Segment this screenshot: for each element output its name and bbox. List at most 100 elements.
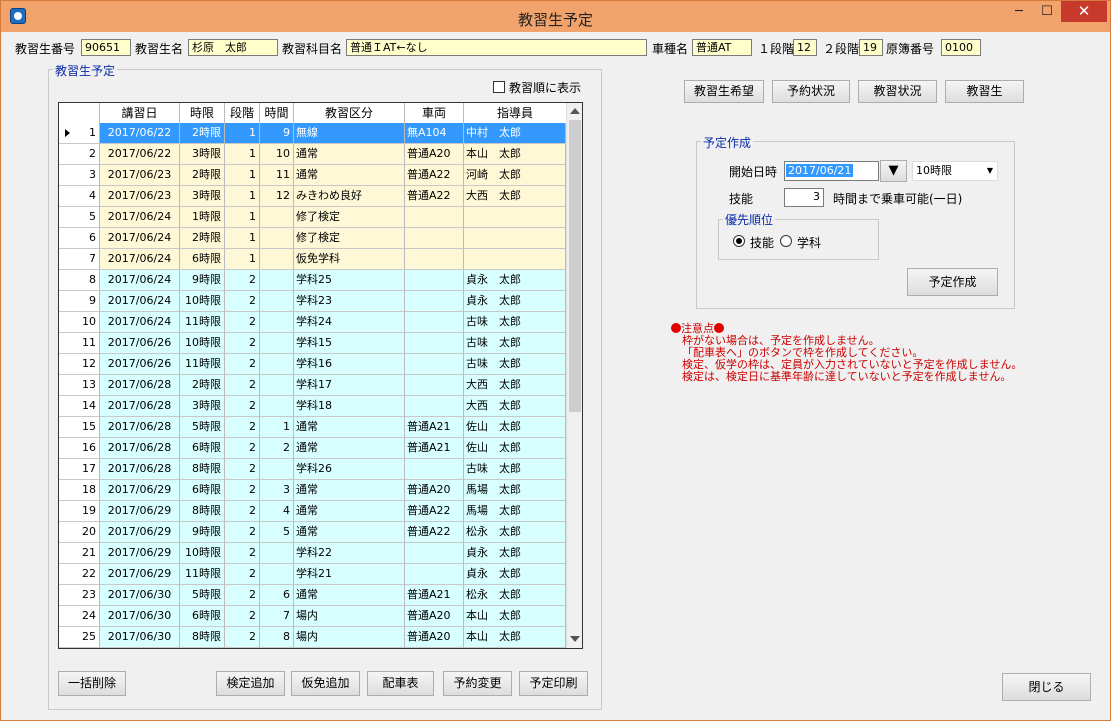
cell-period[interactable]: 10時限 (180, 543, 225, 564)
cell-instructor[interactable] (464, 249, 566, 270)
cell-hour[interactable] (260, 459, 294, 480)
cell-stage[interactable]: 1 (225, 249, 260, 270)
cell-period[interactable]: 6時限 (180, 606, 225, 627)
table-row[interactable]: 19 2017/06/29 8時限 2 4 通常 普通A22 馬場 太郎 (59, 501, 566, 522)
cell-kind[interactable]: 通常 (294, 522, 405, 543)
cell-no[interactable]: 25 (59, 627, 100, 648)
cell-no[interactable]: 14 (59, 396, 100, 417)
cell-kind[interactable]: 通常 (294, 501, 405, 522)
cell-period[interactable]: 11時限 (180, 312, 225, 333)
cell-instructor[interactable]: 中村 太郎 (464, 123, 566, 144)
cell-stage[interactable]: 2 (225, 627, 260, 648)
title-bar[interactable]: 教習生予定 ─ ☐ ✕ (1, 1, 1110, 32)
cell-period[interactable]: 11時限 (180, 564, 225, 585)
cell-hour[interactable]: 12 (260, 186, 294, 207)
header-date[interactable]: 講習日 (100, 103, 180, 123)
cell-kind[interactable]: 場内 (294, 627, 405, 648)
cell-car[interactable] (405, 375, 464, 396)
cell-kind[interactable]: 修了検定 (294, 228, 405, 249)
table-row[interactable]: 5 2017/06/24 1時限 1 修了検定 (59, 207, 566, 228)
cell-car[interactable] (405, 333, 464, 354)
cell-stage[interactable]: 2 (225, 522, 260, 543)
cell-kind[interactable]: 通常 (294, 480, 405, 501)
table-row[interactable]: 2 2017/06/22 3時限 1 10 通常 普通A20 本山 太郎 (59, 144, 566, 165)
cell-kind[interactable]: 学科18 (294, 396, 405, 417)
table-row[interactable]: 10 2017/06/24 11時限 2 学科24 古味 太郎 (59, 312, 566, 333)
cell-no[interactable]: 6 (59, 228, 100, 249)
cell-car[interactable] (405, 564, 464, 585)
table-row[interactable]: 24 2017/06/30 6時限 2 7 場内 普通A20 本山 太郎 (59, 606, 566, 627)
cell-no[interactable]: 9 (59, 291, 100, 312)
cell-no[interactable]: 23 (59, 585, 100, 606)
cell-date[interactable]: 2017/06/26 (100, 354, 180, 375)
cell-stage[interactable]: 2 (225, 417, 260, 438)
cell-date[interactable]: 2017/06/22 (100, 123, 180, 144)
cell-instructor[interactable]: 松永 太郎 (464, 522, 566, 543)
cell-hour[interactable] (260, 564, 294, 585)
cell-no[interactable]: 4 (59, 186, 100, 207)
table-row[interactable]: 11 2017/06/26 10時限 2 学科15 古味 太郎 (59, 333, 566, 354)
cell-period[interactable]: 10時限 (180, 333, 225, 354)
cell-stage[interactable]: 1 (225, 186, 260, 207)
cell-no[interactable]: 13 (59, 375, 100, 396)
table-row[interactable]: 4 2017/06/23 3時限 1 12 みきわめ良好 普通A22 大西 太郎 (59, 186, 566, 207)
table-row[interactable]: 16 2017/06/28 6時限 2 2 通常 普通A21 佐山 太郎 (59, 438, 566, 459)
cell-no[interactable]: 8 (59, 270, 100, 291)
cell-period[interactable]: 8時限 (180, 459, 225, 480)
cell-kind[interactable]: 通常 (294, 438, 405, 459)
cell-instructor[interactable]: 河崎 太郎 (464, 165, 566, 186)
cell-date[interactable]: 2017/06/24 (100, 249, 180, 270)
cell-date[interactable]: 2017/06/24 (100, 207, 180, 228)
cell-instructor[interactable]: 貞永 太郎 (464, 564, 566, 585)
cell-car[interactable]: 普通A22 (405, 501, 464, 522)
dispatch-button[interactable]: 配車表 (367, 671, 434, 696)
cell-hour[interactable] (260, 291, 294, 312)
cell-hour[interactable] (260, 354, 294, 375)
cell-car[interactable]: 無A104 (405, 123, 464, 144)
cell-kind[interactable]: 通常 (294, 144, 405, 165)
cell-car[interactable] (405, 207, 464, 228)
table-row[interactable]: 12 2017/06/26 11時限 2 学科16 古味 太郎 (59, 354, 566, 375)
cell-hour[interactable]: 10 (260, 144, 294, 165)
minimize-icon[interactable]: ─ (1005, 1, 1033, 22)
cell-period[interactable]: 9時限 (180, 522, 225, 543)
cell-date[interactable]: 2017/06/29 (100, 522, 180, 543)
cell-kind[interactable]: 学科24 (294, 312, 405, 333)
cell-car[interactable]: 普通A22 (405, 522, 464, 543)
cell-car[interactable]: 普通A22 (405, 186, 464, 207)
cell-date[interactable]: 2017/06/29 (100, 564, 180, 585)
cell-kind[interactable]: 学科16 (294, 354, 405, 375)
table-row[interactable]: 20 2017/06/29 9時限 2 5 通常 普通A22 松永 太郎 (59, 522, 566, 543)
cell-period[interactable]: 2時限 (180, 375, 225, 396)
cell-kind[interactable]: 仮免学科 (294, 249, 405, 270)
header-kind[interactable]: 教習区分 (294, 103, 405, 123)
cell-stage[interactable]: 2 (225, 270, 260, 291)
header-stage[interactable]: 段階 (225, 103, 260, 123)
cell-car[interactable]: 普通A20 (405, 144, 464, 165)
cell-hour[interactable] (260, 375, 294, 396)
course-field[interactable]: 普通ＩAT←なし (346, 39, 647, 56)
cell-stage[interactable]: 2 (225, 585, 260, 606)
cell-car[interactable]: 普通A21 (405, 417, 464, 438)
cell-period[interactable]: 2時限 (180, 228, 225, 249)
cell-kind[interactable]: 学科17 (294, 375, 405, 396)
cell-instructor[interactable]: 貞永 太郎 (464, 270, 566, 291)
cell-stage[interactable]: 2 (225, 333, 260, 354)
cell-kind[interactable]: 学科26 (294, 459, 405, 480)
cell-stage[interactable]: 2 (225, 354, 260, 375)
cell-hour[interactable]: 9 (260, 123, 294, 144)
cell-hour[interactable] (260, 543, 294, 564)
cell-period[interactable]: 3時限 (180, 396, 225, 417)
table-row[interactable]: 9 2017/06/24 10時限 2 学科23 貞永 太郎 (59, 291, 566, 312)
cell-stage[interactable]: 2 (225, 606, 260, 627)
cell-instructor[interactable]: 古味 太郎 (464, 459, 566, 480)
cell-hour[interactable] (260, 207, 294, 228)
cell-car[interactable] (405, 543, 464, 564)
cell-car[interactable]: 普通A20 (405, 606, 464, 627)
cell-stage[interactable]: 2 (225, 564, 260, 585)
ledger-field[interactable]: 0100 (941, 39, 981, 56)
cell-no[interactable]: 24 (59, 606, 100, 627)
cell-instructor[interactable] (464, 228, 566, 249)
cell-period[interactable]: 6時限 (180, 249, 225, 270)
table-row[interactable]: 21 2017/06/29 10時限 2 学科22 貞永 太郎 (59, 543, 566, 564)
